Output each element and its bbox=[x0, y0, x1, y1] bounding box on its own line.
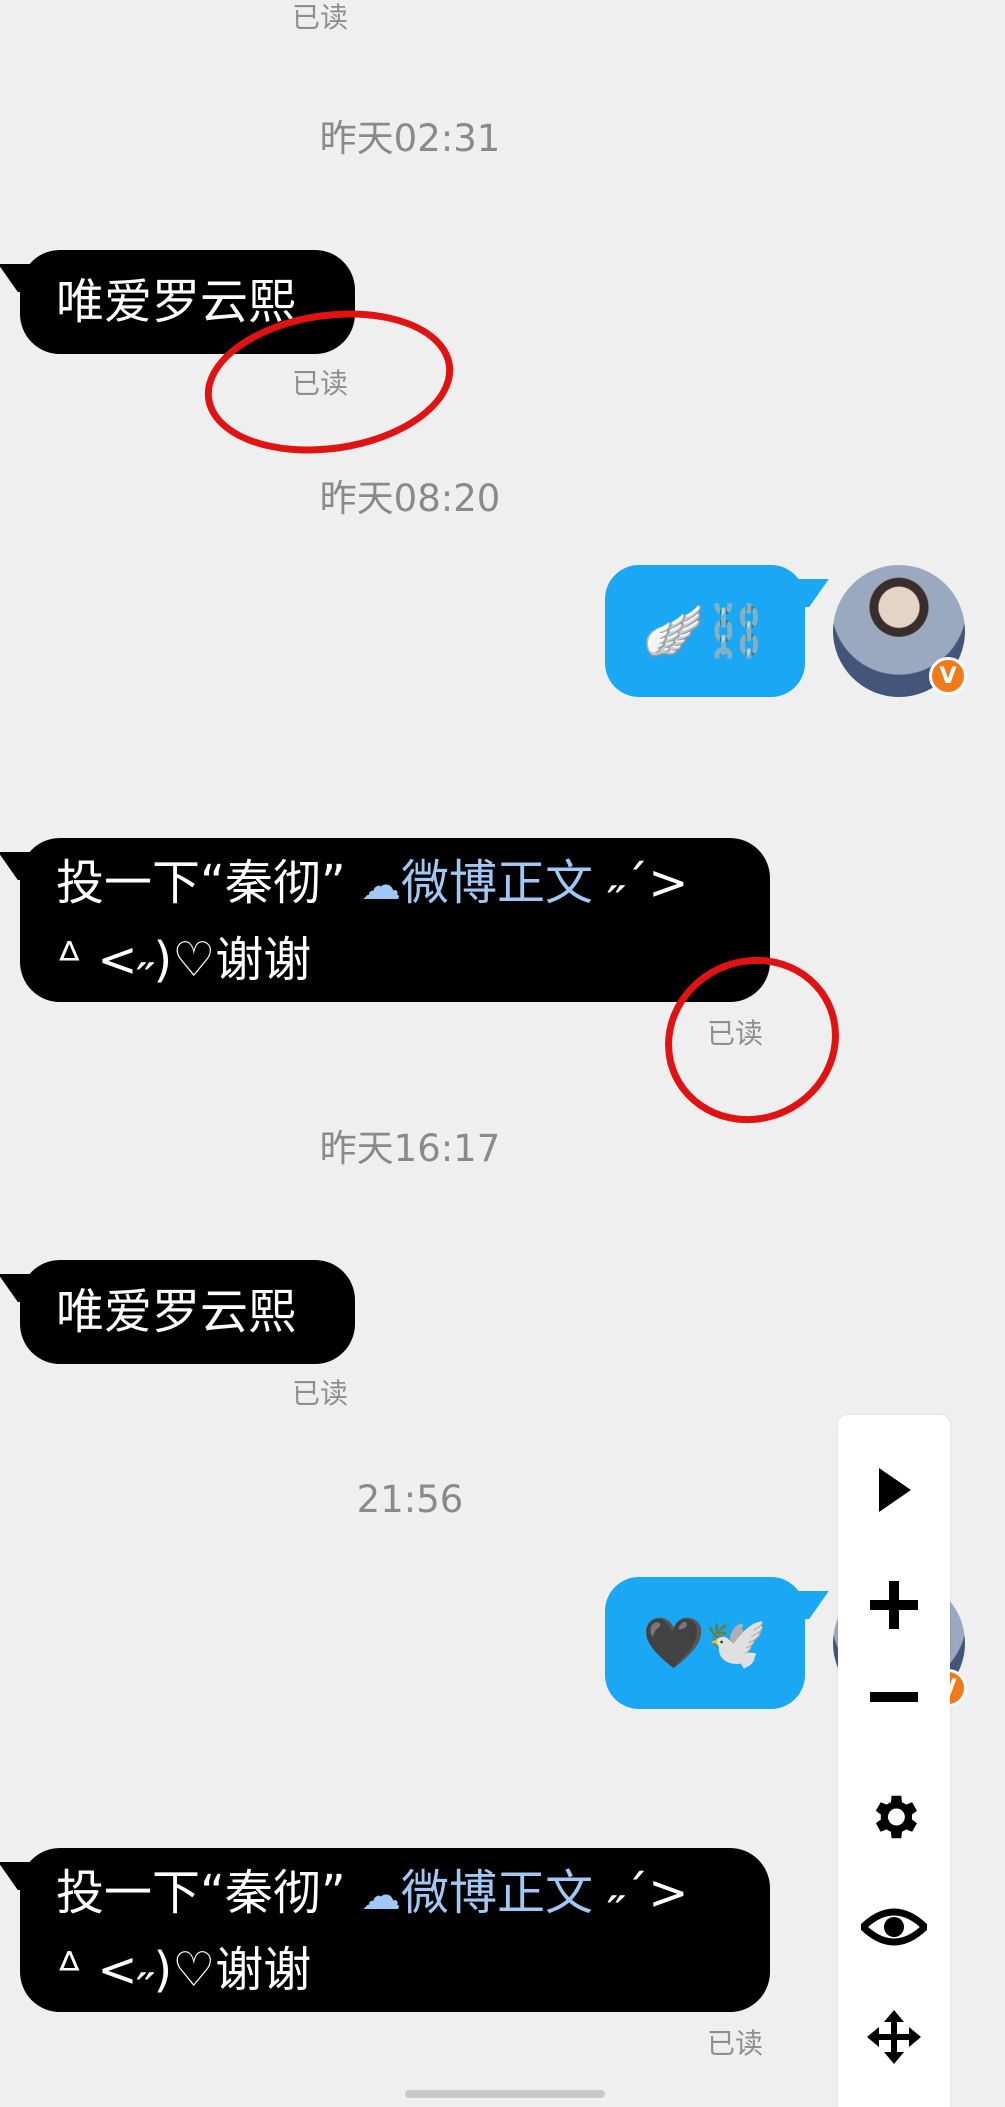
weibo-post-link[interactable]: 微博正文 bbox=[401, 1865, 593, 1921]
message-text: 唯爱罗云熙 bbox=[56, 274, 297, 330]
message-line: 投一下“秦彻” ☁微博正文 ˶ˊ> bbox=[56, 846, 734, 923]
zoom-in-icon[interactable] bbox=[838, 1565, 950, 1645]
timestamp: 昨天02:31 bbox=[319, 117, 501, 160]
home-indicator bbox=[405, 2090, 605, 2098]
read-receipt: 已读 bbox=[292, 1377, 349, 1410]
incoming-message[interactable]: 唯爱罗云熙 bbox=[20, 1260, 355, 1364]
message-emoji: 🖤🕊️ bbox=[642, 1613, 768, 1672]
message-text: ˶ˊ> bbox=[593, 855, 689, 911]
play-icon[interactable] bbox=[838, 1453, 950, 1527]
message-text: 投一下“秦彻” bbox=[56, 855, 346, 911]
zoom-out-icon[interactable] bbox=[838, 1677, 950, 1717]
outgoing-message[interactable]: 🪽⛓️ bbox=[605, 565, 805, 697]
message-line: ᐞ <˶)♡谢谢 bbox=[56, 1942, 312, 1998]
avatar[interactable]: V bbox=[833, 565, 967, 697]
message-line: ᐞ <˶)♡谢谢 bbox=[56, 932, 312, 988]
incoming-message[interactable]: 投一下“秦彻” ☁微博正文 ˶ˊ> ᐞ <˶)♡谢谢 bbox=[20, 838, 770, 1002]
weibo-post-link[interactable]: 微博正文 bbox=[401, 855, 593, 911]
incoming-message[interactable]: 投一下“秦彻” ☁微博正文 ˶ˊ> ᐞ <˶)♡谢谢 bbox=[20, 1848, 770, 2012]
timestamp: 21:56 bbox=[356, 1478, 464, 1521]
timestamp: 昨天08:20 bbox=[319, 477, 501, 520]
message-emoji: 🪽⛓️ bbox=[642, 601, 768, 660]
read-receipt: 已读 bbox=[292, 1, 349, 34]
outgoing-message[interactable]: 🖤🕊️ bbox=[605, 1577, 805, 1709]
cloud-link-icon: ☁ bbox=[361, 1873, 402, 1919]
verified-badge-icon: V bbox=[929, 657, 967, 695]
cloud-link-icon: ☁ bbox=[361, 863, 402, 909]
message-line: 投一下“秦彻” ☁微博正文 ˶ˊ> bbox=[56, 1856, 734, 1933]
message-text: ˶ˊ> bbox=[593, 1865, 689, 1921]
gear-icon[interactable] bbox=[838, 1777, 950, 1857]
floating-toolbar bbox=[838, 1415, 950, 2107]
message-text: 唯爱罗云熙 bbox=[56, 1284, 297, 1340]
move-icon[interactable] bbox=[838, 1995, 950, 2079]
timestamp: 昨天16:17 bbox=[319, 1127, 501, 1170]
eye-icon[interactable] bbox=[838, 1887, 950, 1967]
read-receipt: 已读 bbox=[707, 2027, 764, 2060]
message-text: 投一下“秦彻” bbox=[56, 1865, 346, 1921]
